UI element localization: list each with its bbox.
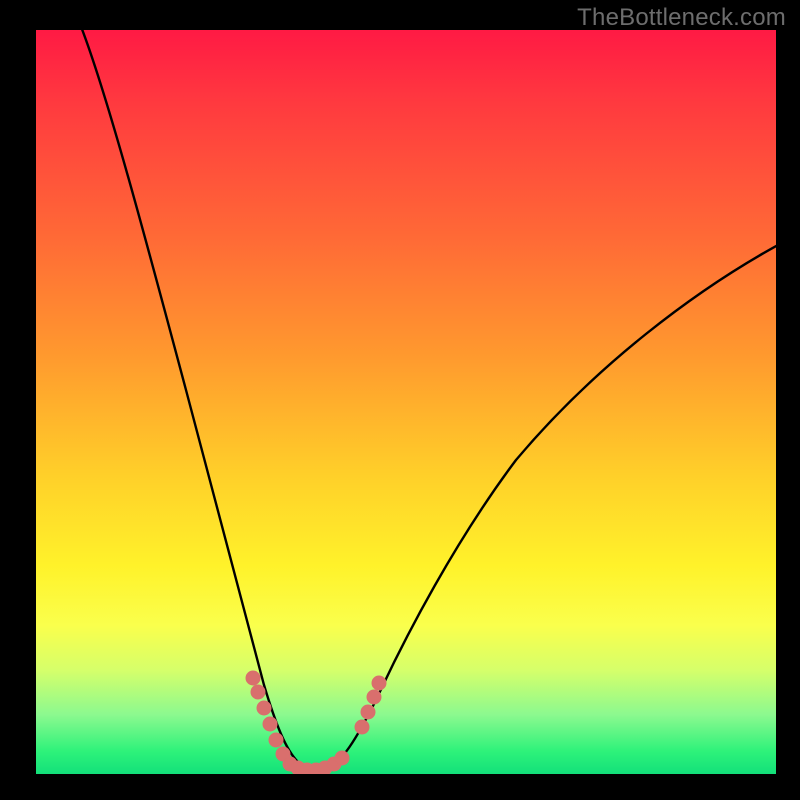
watermark-text: TheBottleneck.com <box>577 4 786 32</box>
bottleneck-curve <box>80 30 776 769</box>
chart-frame: TheBottleneck.com <box>0 0 800 800</box>
plot-area <box>36 30 776 774</box>
bottleneck-curve-svg <box>36 30 776 774</box>
marker-dots <box>246 671 386 774</box>
